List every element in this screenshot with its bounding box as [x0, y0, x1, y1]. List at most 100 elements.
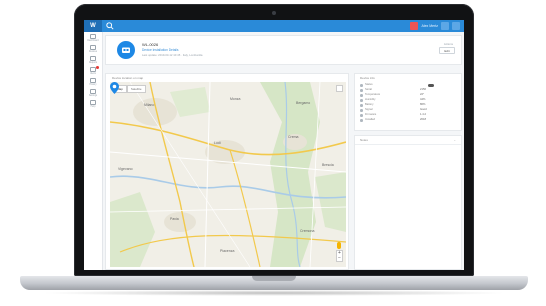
info-key: Installed — [365, 118, 376, 121]
status-toggle[interactable] — [428, 83, 434, 87]
info-value: 22° — [420, 93, 425, 96]
info-value: 44% — [420, 98, 426, 101]
info-row: Battery 86% — [360, 103, 458, 108]
place-label: Crema — [288, 135, 299, 139]
info-row: Signal Good — [360, 108, 458, 113]
app-logo[interactable]: W — [84, 20, 102, 32]
laptop-screen: W Alex Mertz Dashboard Devices Reports A… — [84, 20, 464, 270]
help-icon — [90, 99, 96, 105]
device-info-panel: Device info Status Serial 2156 Temperatu… — [354, 73, 462, 131]
info-row: Temperature 22° — [360, 93, 458, 98]
fullscreen-icon[interactable] — [336, 85, 343, 92]
device-meta: Last update: 2019-03-12 10:45 · Italy, L… — [142, 53, 203, 57]
highway — [229, 149, 261, 267]
signal-icon — [360, 109, 363, 112]
place-label: Brescia — [322, 163, 334, 167]
device-subtitle[interactable]: Device Installation Details — [142, 48, 179, 52]
info-value: 86% — [420, 103, 426, 106]
settings-icon — [90, 88, 96, 94]
place-label: Milano — [144, 103, 154, 107]
place-label: Vigevano — [118, 167, 133, 171]
notification-icon[interactable] — [410, 22, 419, 30]
info-row: Status — [360, 83, 458, 88]
sidebar-item-label: History — [89, 83, 97, 86]
calendar-icon — [360, 119, 363, 122]
sidebar: Dashboard Devices Reports Alerts History — [84, 32, 103, 270]
info-row: Firmware 1.4.2 — [360, 113, 458, 118]
info-row: Humidity 44% — [360, 98, 458, 103]
place-label: Lodi — [214, 141, 221, 145]
map-pin-icon[interactable] — [110, 82, 119, 94]
main-content: WL-0026 Device Installation Details Last… — [103, 32, 464, 270]
tab-satellite[interactable]: Satellite — [126, 85, 146, 93]
place-label: Piacenza — [220, 249, 234, 253]
sidebar-item-label: Help — [90, 105, 96, 108]
info-value: 1.4.2 — [420, 113, 426, 116]
device-header: WL-0026 Device Installation Details Last… — [105, 35, 462, 65]
firmware-icon — [360, 114, 363, 117]
sidebar-item-devices[interactable]: Devices — [84, 43, 102, 54]
temperature-icon — [360, 94, 363, 97]
info-key: Humidity — [365, 98, 376, 101]
device-avatar — [117, 41, 135, 59]
info-panel-title: Device info — [360, 76, 375, 80]
notes-panel-title: Notes — [360, 138, 368, 142]
edit-button[interactable]: Edit — [439, 47, 455, 54]
history-icon — [90, 77, 96, 83]
laptop-shadow — [40, 290, 508, 296]
sidebar-item-label: Settings — [88, 94, 98, 97]
divider — [355, 144, 461, 145]
info-row: Serial 2156 — [360, 88, 458, 93]
search-icon[interactable] — [106, 22, 114, 30]
sidebar-item-history[interactable]: History — [84, 76, 102, 87]
place-label: Monza — [230, 97, 241, 101]
sidebar-item-reports[interactable]: Reports — [84, 54, 102, 65]
urban-area — [164, 212, 196, 232]
sidebar-item-dashboard[interactable]: Dashboard — [84, 32, 102, 43]
notes-panel: Notes ⌄ — [354, 135, 462, 270]
reports-icon — [90, 55, 96, 61]
info-key: Temperature — [365, 93, 381, 96]
sidebar-item-label: Reports — [88, 61, 98, 64]
sidebar-item-help[interactable]: Help — [84, 98, 102, 109]
sidebar-item-label: Dashboard — [87, 39, 99, 42]
serial-icon — [360, 89, 363, 92]
menu-icon[interactable] — [452, 22, 460, 30]
lid-notch — [252, 276, 296, 281]
info-value: Good — [420, 108, 427, 111]
alert-badge — [96, 66, 99, 69]
map-panel-title: Device location on map — [112, 76, 144, 80]
chevron-down-icon[interactable]: ⌄ — [453, 138, 456, 142]
park-area — [315, 172, 346, 232]
map-panel: Device location on map Milano Lodi Pavia… — [105, 73, 349, 270]
sidebar-item-label: Devices — [88, 50, 98, 53]
devices-icon — [90, 44, 96, 50]
info-key: Firmware — [365, 113, 377, 116]
map-canvas[interactable]: Milano Lodi Pavia Monza Bergamo Crema Cr… — [110, 82, 346, 267]
info-row: Installed 2018 — [360, 118, 458, 123]
humidity-icon — [360, 99, 363, 102]
sidebar-item-alerts[interactable]: Alerts — [84, 65, 102, 76]
laptop-lid: W Alex Mertz Dashboard Devices Reports A… — [74, 4, 474, 276]
battery-icon — [360, 104, 363, 107]
info-key: Status — [365, 83, 373, 86]
place-label: Pavia — [170, 217, 179, 221]
pegman-icon[interactable] — [337, 242, 341, 249]
actions-label: Actions — [443, 42, 453, 46]
sidebar-item-settings[interactable]: Settings — [84, 87, 102, 98]
top-bar: W Alex Mertz — [84, 20, 464, 32]
park-area — [110, 192, 155, 267]
place-label: Cremona — [300, 229, 314, 233]
top-bar-actions: Alex Mertz — [410, 22, 460, 30]
map-view[interactable]: Milano Lodi Pavia Monza Bergamo Crema Cr… — [110, 82, 346, 267]
info-value: 2018 — [420, 118, 426, 121]
user-icon[interactable] — [441, 22, 449, 30]
user-name[interactable]: Alex Mertz — [421, 24, 438, 28]
status-icon — [360, 84, 363, 87]
camera-icon — [272, 11, 276, 15]
zoom-out-button[interactable]: − — [338, 256, 341, 261]
zoom-control: + − — [336, 250, 343, 262]
info-value: 2156 — [420, 88, 426, 91]
device-icon — [122, 47, 130, 53]
device-name: WL-0026 — [142, 42, 159, 47]
